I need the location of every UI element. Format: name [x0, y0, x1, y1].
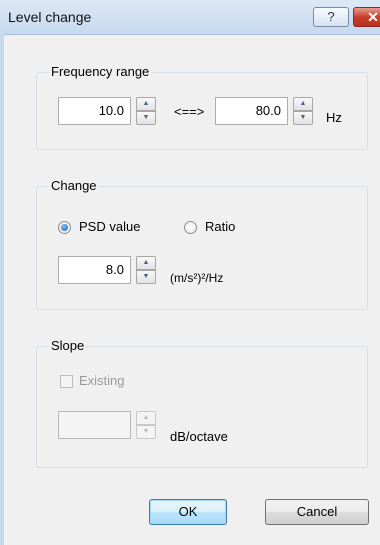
slope-unit: dB/octave: [170, 429, 228, 444]
ok-button[interactable]: OK: [149, 499, 227, 525]
spin-down-icon[interactable]: ▼: [136, 270, 156, 284]
spin-up-icon[interactable]: ▲: [136, 256, 156, 270]
frequency-unit: Hz: [326, 110, 342, 125]
change-unit: (m/s²)²/Hz: [170, 271, 224, 285]
slope-legend: Slope: [49, 338, 87, 353]
spin-down-icon[interactable]: ▼: [136, 111, 156, 125]
slope-group: Slope: [36, 338, 368, 468]
change-group: Change: [36, 178, 368, 310]
frequency-from-input[interactable]: 10.0: [58, 97, 131, 125]
existing-checkbox[interactable]: [60, 375, 73, 388]
psd-value-radio[interactable]: [58, 221, 71, 234]
frequency-to-spinner[interactable]: ▲ ▼: [293, 97, 313, 125]
help-button[interactable]: ?: [313, 7, 349, 27]
spin-up-icon[interactable]: ▲: [136, 411, 156, 425]
existing-label[interactable]: Existing: [79, 373, 125, 388]
change-value-spinner[interactable]: ▲ ▼: [136, 256, 156, 284]
frequency-from-spinner[interactable]: ▲ ▼: [136, 97, 156, 125]
cancel-button[interactable]: Cancel: [265, 499, 369, 525]
psd-value-label[interactable]: PSD value: [79, 219, 140, 234]
title-bar: Level change ? ✕: [0, 0, 380, 35]
spin-down-icon[interactable]: ▼: [136, 425, 156, 439]
frequency-separator: <==>: [174, 104, 205, 119]
level-change-dialog: Level change ? ✕ Frequency range 10.0 ▲ …: [0, 0, 380, 545]
ratio-label[interactable]: Ratio: [205, 219, 235, 234]
slope-value-spinner[interactable]: ▲ ▼: [136, 411, 156, 439]
spin-up-icon[interactable]: ▲: [136, 97, 156, 111]
close-button[interactable]: ✕: [353, 7, 380, 27]
window-border: [0, 34, 4, 545]
change-value-input[interactable]: 8.0: [58, 256, 131, 284]
frequency-range-legend: Frequency range: [49, 64, 152, 79]
dialog-title: Level change: [8, 9, 92, 25]
slope-value-input[interactable]: [58, 411, 131, 439]
spin-down-icon[interactable]: ▼: [293, 111, 313, 125]
frequency-to-input[interactable]: 80.0: [215, 97, 288, 125]
spin-up-icon[interactable]: ▲: [293, 97, 313, 111]
change-legend: Change: [49, 178, 99, 193]
ratio-radio[interactable]: [184, 221, 197, 234]
